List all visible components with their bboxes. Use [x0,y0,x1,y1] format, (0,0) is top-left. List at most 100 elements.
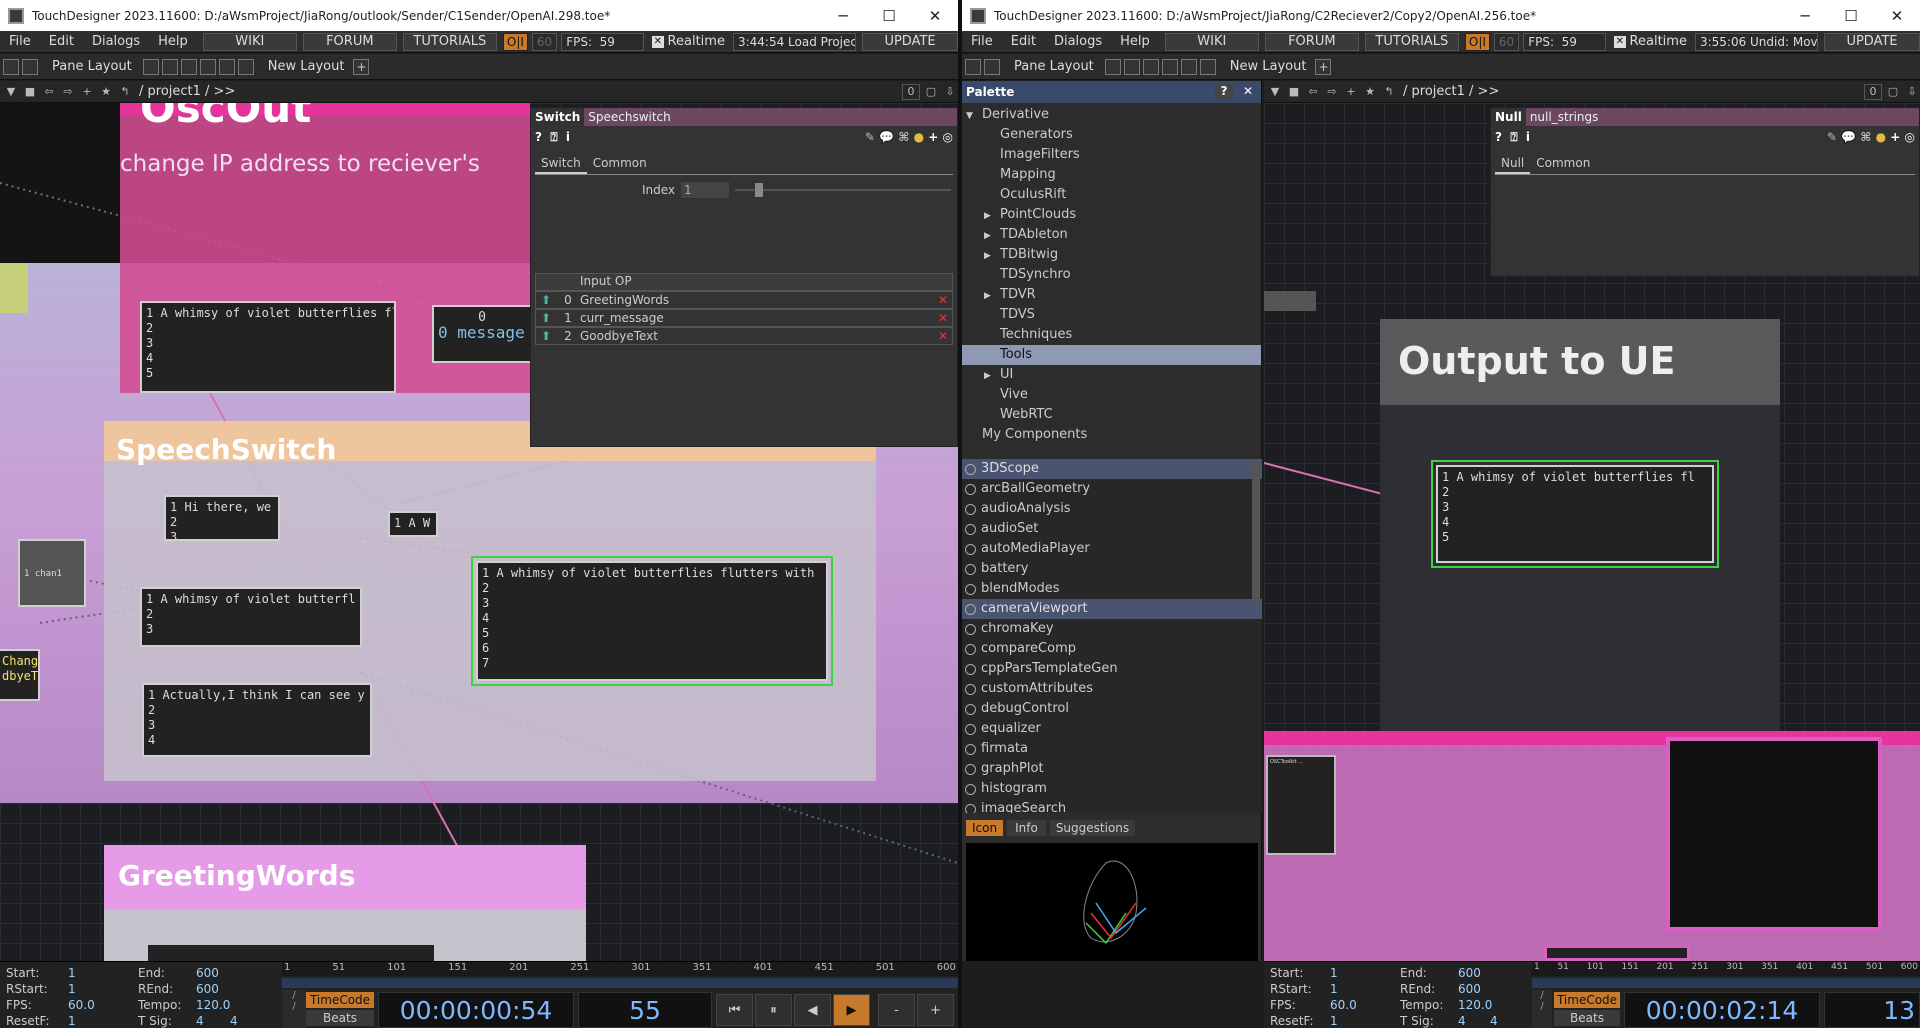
palette-component-item[interactable]: cameraViewport [962,599,1262,619]
input-op-row[interactable]: ⬆ 2 GoodbyeText ✕ [535,327,953,345]
palette-component-item[interactable]: equalizer [962,719,1262,739]
network-path[interactable]: / project1 / >> [139,84,235,99]
update-button[interactable]: UPDATE [1824,32,1920,51]
anchor-icon[interactable] [984,58,1000,75]
chevron-down-icon[interactable]: ▼ [1267,84,1283,100]
palette-help-icon[interactable]: ? [1215,84,1233,100]
index-value-field[interactable]: 1 [681,182,729,198]
input-op-name[interactable]: GreetingWords [580,293,934,307]
add-icon[interactable]: + [1343,84,1359,100]
osc-toolkit-comp[interactable]: OSCToolkit ... [1266,755,1336,855]
stop-icon[interactable]: ■ [1286,84,1302,100]
tab-info[interactable]: Info [1007,820,1046,836]
pane-split-icon[interactable]: ⇩ [1904,84,1920,100]
expand-arrow-icon[interactable]: ▶ [984,246,1000,266]
op-name[interactable]: Speechswitch [584,110,671,124]
palette-tree-item[interactable]: WebRTC [962,405,1261,425]
palette-tree-item[interactable]: ▶ PointClouds [962,205,1261,225]
tab-icon[interactable]: Icon [966,820,1004,836]
goodbye-partial-dat[interactable]: Chang dbyeT [0,649,40,701]
timeline-ruler[interactable]: 1 51 101 151 201 251 301 351 401 451 501 600 [1532,962,1920,976]
timecode-display[interactable]: 00:00:00:54 [378,992,574,1028]
menu-dialogs[interactable]: Dialogs [1045,34,1111,49]
network-editor[interactable]: Output to UE 1 A whimsy of violet butter… [1264,103,1920,961]
beats-toggle[interactable]: Beats [1554,1010,1620,1026]
layout-1-icon[interactable] [142,58,159,75]
chan-chop[interactable]: 1 chan1 [18,539,86,607]
menu-file[interactable]: File [962,34,1002,49]
minimize-button[interactable]: ─ [820,0,866,31]
input-op-row[interactable]: ⬆ 0 GreetingWords ✕ [535,291,953,309]
help-icon[interactable]: ? [1495,130,1502,144]
tab-suggestions[interactable]: Suggestions [1049,820,1136,836]
title-bar[interactable]: TouchDesigner 2023.11600: D:/aWsmProject… [0,0,958,31]
layout-4-icon[interactable] [199,58,216,75]
close-window-button[interactable]: ✕ [912,0,958,31]
tab-common[interactable]: Common [1530,154,1596,174]
realtime-checkbox[interactable]: ✕ [652,35,664,48]
palette-component-item[interactable]: compareComp [962,639,1262,659]
palette-component-item[interactable]: audioAnalysis [962,499,1262,519]
grid-icon[interactable] [3,58,19,75]
a-w-dat[interactable]: 1 A W [388,511,438,537]
expand-arrow-icon[interactable]: ▶ [984,226,1000,246]
timeline-slash-icon[interactable]: / / [1532,990,1552,1028]
network-editor[interactable]: OscOut change IP address to reciever's 1… [0,103,958,961]
forum-button[interactable]: FORUM [302,32,397,51]
layout-6-icon[interactable] [237,58,254,75]
palette-component-item[interactable]: imageSearch [962,799,1262,813]
title-bar[interactable]: TouchDesigner 2023.11600: D:/aWsmProject… [962,0,1920,31]
start-value[interactable]: 1 [68,966,76,980]
expand-arrow-icon[interactable]: ▼ [966,106,982,126]
step-back-icon[interactable]: - [878,994,915,1026]
null-strings-dat[interactable]: 1 A whimsy of violet butterflies fl 2 3 … [1431,460,1719,568]
palette-component-item[interactable]: blendModes [962,579,1262,599]
forward-arrow-icon[interactable]: ⇨ [60,84,76,100]
maximize-button[interactable]: ☐ [1828,0,1874,31]
palette-tree-item[interactable]: OculusRift [962,185,1261,205]
tab-switch[interactable]: Switch [535,154,587,174]
palette-component-item[interactable]: firmata [962,739,1262,759]
oscout-text-dat[interactable]: 1 A whimsy of violet butterflies fl 2 3 … [140,301,396,393]
resetf-value[interactable]: 1 [68,1014,76,1028]
palette-component-item[interactable]: 3DScope [962,459,1262,479]
menu-edit[interactable]: Edit [40,34,83,49]
rend-value[interactable]: 600 [196,982,219,996]
layout-4-icon[interactable] [1161,58,1178,75]
tsig-value-2[interactable]: 4 [1490,1014,1498,1028]
layout-3-icon[interactable] [180,58,197,75]
back-folder-icon[interactable]: ↰ [1381,84,1397,100]
star-icon[interactable]: ★ [98,84,114,100]
palette-tree-item[interactable]: Techniques [962,325,1261,345]
timeline-range-bar[interactable] [1532,978,1920,988]
chevron-down-icon[interactable]: ▼ [3,84,19,100]
target-icon[interactable]: ◎ [943,130,953,144]
rstart-value[interactable]: 1 [1330,982,1338,996]
frame-display[interactable]: 55 [578,992,712,1028]
palette-tree-item[interactable]: Mapping [962,165,1261,185]
pause-icon[interactable]: ⏸ [755,994,792,1026]
menu-edit[interactable]: Edit [1002,34,1045,49]
palette-tree-item[interactable]: ▶ TDAbleton [962,225,1261,245]
timeline-slash-icon[interactable]: / / [282,990,306,1028]
palette-tree-item[interactable]: ▼ Derivative [962,105,1261,125]
rstart-value[interactable]: 1 [68,982,76,996]
component-list-scrollbar[interactable] [1252,461,1260,601]
palette-component-item[interactable]: autoMediaPlayer [962,539,1262,559]
network-path[interactable]: / project1 / >> [1403,84,1499,99]
menu-file[interactable]: File [0,34,40,49]
palette-component-item[interactable]: debugControl [962,699,1262,719]
tutorials-button[interactable]: TUTORIALS [402,32,497,51]
oi-toggle[interactable]: O|I [1464,32,1490,51]
remove-input-icon[interactable]: ✕ [934,329,952,343]
update-button[interactable]: UPDATE [862,32,958,51]
op-name[interactable]: null_strings [1526,110,1599,124]
tag-icon[interactable]: ⌘ [898,130,909,144]
star-icon[interactable]: ★ [1362,84,1378,100]
layout-1-icon[interactable] [1104,58,1121,75]
speechswitch-output-dat[interactable]: 1 A whimsy of violet butterflies flutter… [471,556,833,686]
tsig-value-2[interactable]: 4 [230,1014,238,1028]
greetingwords-dat[interactable] [148,945,434,961]
up-arrow-icon[interactable]: ⬆ [536,311,556,325]
timeline-range-bar[interactable] [282,978,958,988]
